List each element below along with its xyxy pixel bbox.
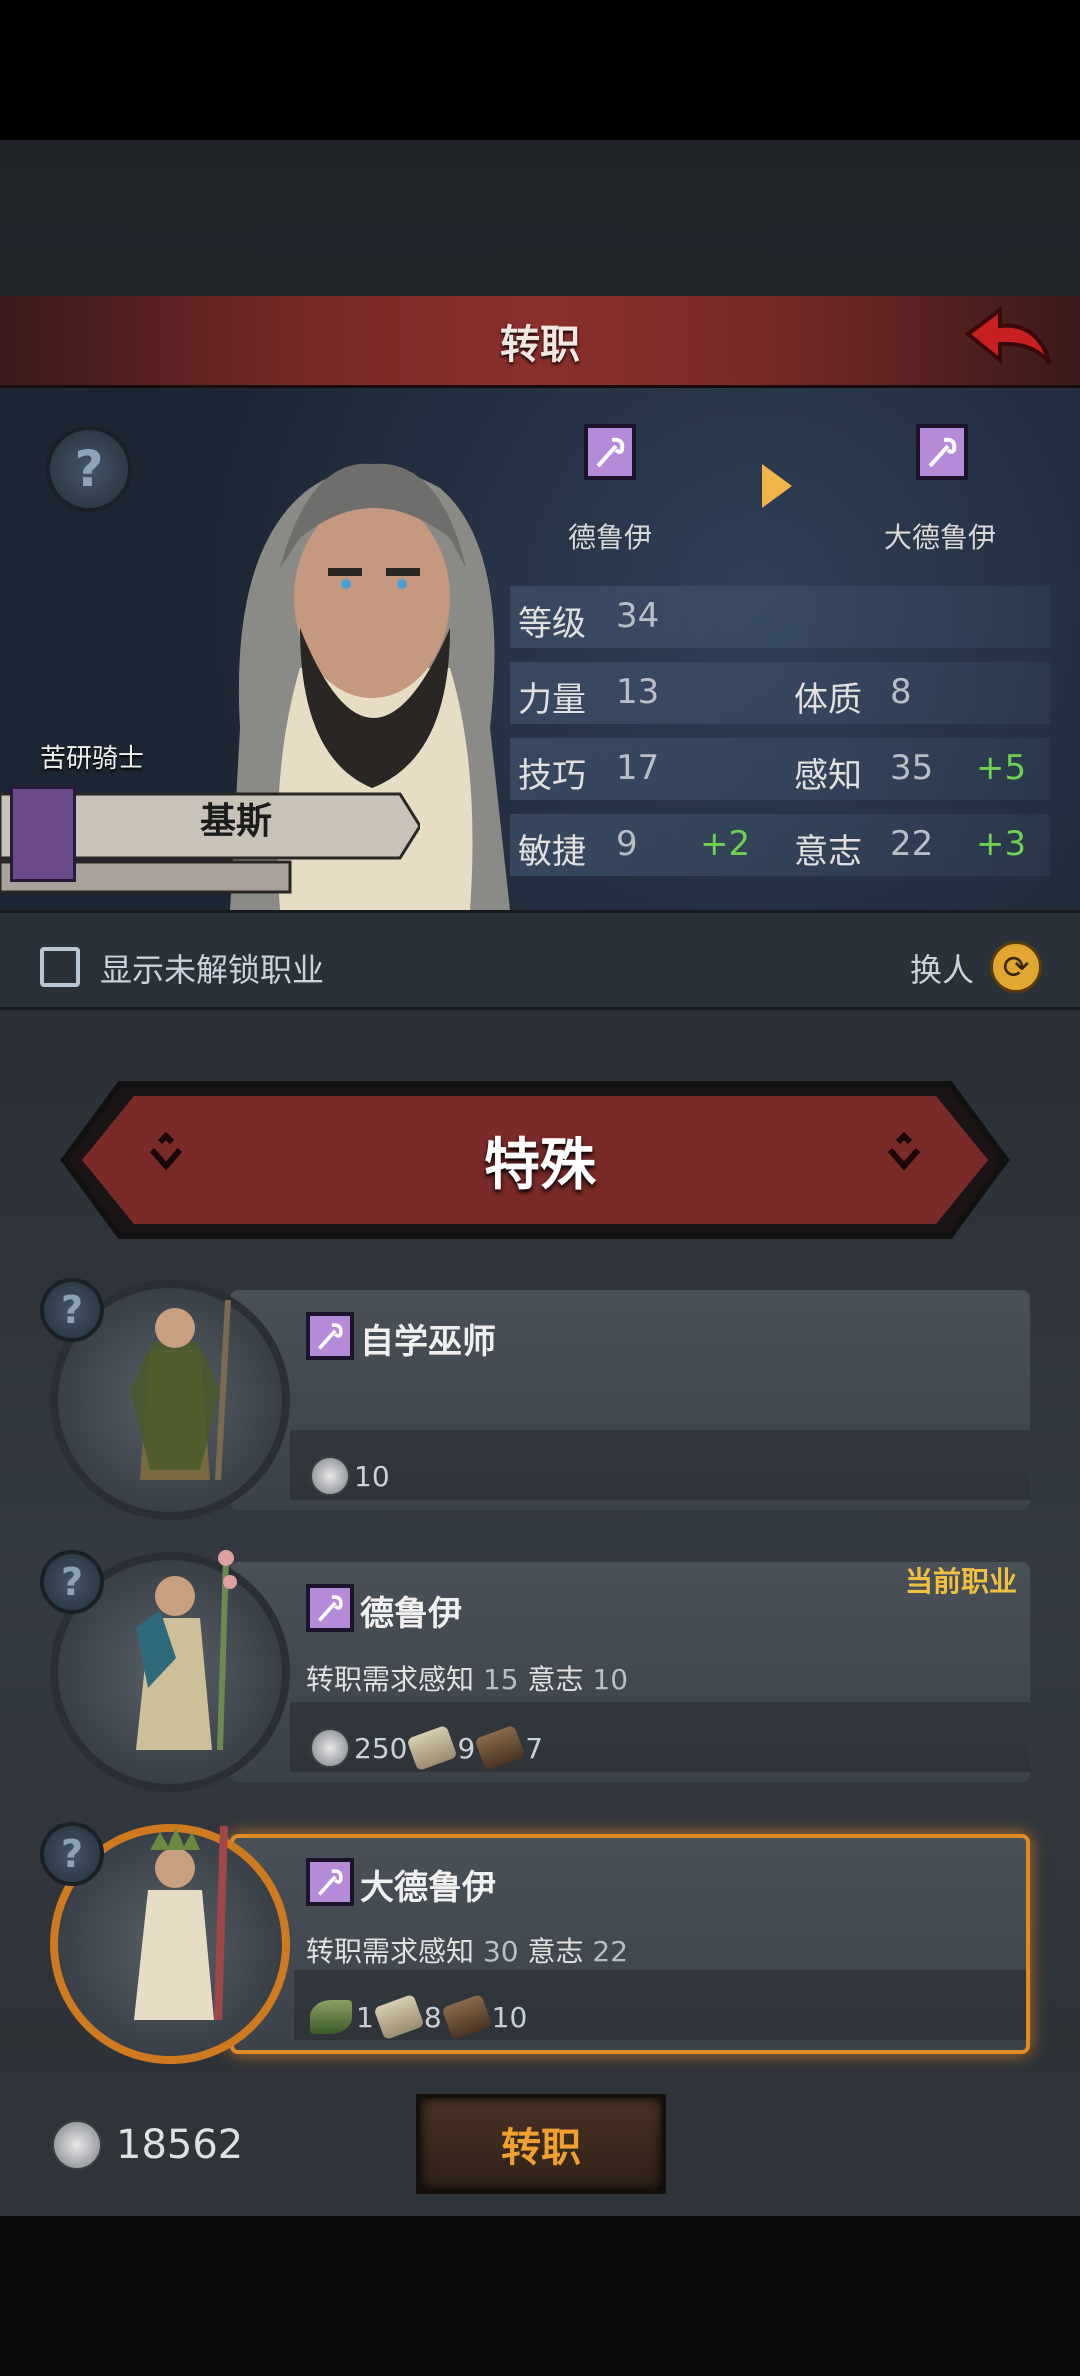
stat-label-con: 体质 xyxy=(794,680,862,720)
back-arrow-icon[interactable] xyxy=(958,304,1058,380)
help-button[interactable]: ? xyxy=(40,1822,104,1886)
to-class-name: 大德鲁伊 xyxy=(884,521,997,554)
class-icon xyxy=(306,1858,354,1906)
class-name: 德鲁伊 xyxy=(360,1594,462,1634)
log-icon xyxy=(441,1993,493,2041)
header-bar: 转职 xyxy=(0,296,1080,388)
req-label: 转职需求 xyxy=(306,1663,419,1696)
character-panel: ? 德鲁伊 大德鲁伊 等级 34 力量 13 体质 8 技巧 17 感知 35 … xyxy=(0,388,1080,910)
stat-value-con: 8 xyxy=(890,672,912,712)
leaf-icon xyxy=(310,2000,352,2034)
help-button[interactable]: ? xyxy=(46,426,132,512)
wood-icon xyxy=(474,1724,526,1772)
stat-value-str: 13 xyxy=(616,672,660,712)
silver-amount: 18562 xyxy=(116,2122,244,2168)
silver-coin-icon xyxy=(310,1456,350,1496)
stat-row-2 xyxy=(510,738,1050,800)
stat-bonus-agi: +2 xyxy=(700,824,751,864)
staff-icon xyxy=(318,1869,343,1896)
stat-value-per: 35 xyxy=(890,748,934,788)
staff-icon xyxy=(596,437,625,468)
class-cost: 1 8 10 xyxy=(310,1993,528,2041)
cost-scroll: 9 xyxy=(457,1731,476,1765)
cost-leaf: 1 xyxy=(356,2000,374,2034)
req-b-label: 意志 xyxy=(527,1663,584,1696)
category-title: 特殊 xyxy=(484,1133,596,1198)
cost-silver: 250 xyxy=(354,1731,408,1765)
stat-label-skill: 技巧 xyxy=(518,756,586,796)
req-label: 转职需求 xyxy=(306,1935,419,1968)
stat-value-agi: 9 xyxy=(616,824,638,864)
class-name: 大德鲁伊 xyxy=(360,1868,496,1908)
cost-wood: 7 xyxy=(525,1731,544,1765)
stat-row-3 xyxy=(510,814,1050,876)
silver-coin-icon xyxy=(310,1728,350,1768)
class-icon xyxy=(306,1312,354,1360)
question-icon: ? xyxy=(60,1832,84,1876)
cost-scroll: 8 xyxy=(423,2000,442,2034)
req-b-label: 意志 xyxy=(527,1935,584,1968)
class-requirement: 转职需求感知 30 意志 22 xyxy=(306,1930,628,1970)
filter-bar: 显示未解锁职业 换人 ⟳ xyxy=(0,910,1080,1010)
staff-icon xyxy=(318,1323,343,1350)
req-b-value: 10 xyxy=(592,1663,629,1696)
class-icon xyxy=(306,1584,354,1632)
class-figure-wizard xyxy=(130,1299,231,1481)
staff-icon xyxy=(318,1595,343,1622)
stat-label-per: 感知 xyxy=(794,756,862,796)
from-class-name: 德鲁伊 xyxy=(568,521,653,554)
req-a-label: 感知 xyxy=(418,1935,475,1968)
status-bar-area xyxy=(0,0,1080,140)
class-figure-archdruid xyxy=(134,1825,228,2021)
req-b-value: 22 xyxy=(592,1935,629,1968)
stat-label-agi: 敏捷 xyxy=(518,832,586,872)
stat-label-str: 力量 xyxy=(518,680,586,720)
stat-value-skill: 17 xyxy=(616,748,660,788)
class-cost: 250 9 7 xyxy=(310,1724,544,1772)
swap-label[interactable]: 换人 xyxy=(910,945,974,991)
question-icon: ? xyxy=(60,1288,84,1332)
stat-row-level xyxy=(510,586,1050,648)
stat-bonus-will: +3 xyxy=(976,824,1027,864)
question-icon: ? xyxy=(60,1560,84,1604)
show-locked-checkbox[interactable] xyxy=(40,947,80,987)
confirm-class-change-button[interactable]: 转职 xyxy=(416,2094,666,2194)
silver-coin-icon xyxy=(52,2120,102,2170)
scroll-icon xyxy=(373,1993,425,2041)
class-cost: 10 xyxy=(310,1456,390,1496)
show-locked-label[interactable]: 显示未解锁职业 xyxy=(100,945,324,991)
bottom-bar: 18562 转职 xyxy=(0,2072,1080,2216)
help-button[interactable]: ? xyxy=(40,1550,104,1614)
arrow-right-icon xyxy=(762,464,792,508)
cost-silver: 10 xyxy=(354,1459,390,1493)
stat-bonus-per: +5 xyxy=(976,748,1027,788)
page-title: 转职 xyxy=(500,321,580,368)
current-class-tag: 当前职业 xyxy=(905,1565,1018,1598)
from-class-icon xyxy=(584,424,636,480)
class-figure-druid xyxy=(136,1550,237,1751)
req-a-value: 15 xyxy=(482,1663,519,1696)
staff-icon xyxy=(928,437,957,468)
req-a-label: 感知 xyxy=(418,1663,475,1696)
character-title: 苦研骑士 xyxy=(40,744,145,774)
question-icon: ? xyxy=(74,440,104,498)
stat-value-level: 34 xyxy=(616,596,660,636)
class-name: 自学巫师 xyxy=(360,1322,496,1362)
class-requirement: 转职需求感知 15 意志 10 xyxy=(306,1658,628,1698)
cost-log: 10 xyxy=(491,2000,528,2034)
card-cost-strip xyxy=(290,1430,1030,1500)
stat-row-1 xyxy=(510,662,1050,724)
req-a-value: 30 xyxy=(482,1935,519,1968)
stat-label-level: 等级 xyxy=(518,604,586,644)
swap-icon[interactable]: ⟳ xyxy=(990,941,1042,993)
character-name: 基斯 xyxy=(200,801,273,842)
emblem-icon xyxy=(10,786,76,882)
to-class-icon xyxy=(916,424,968,480)
scroll-icon xyxy=(406,1724,459,1772)
stat-label-will: 意志 xyxy=(794,832,862,872)
stat-value-will: 22 xyxy=(890,824,934,864)
help-button[interactable]: ? xyxy=(40,1278,104,1342)
nav-bar-area xyxy=(0,2216,1080,2376)
